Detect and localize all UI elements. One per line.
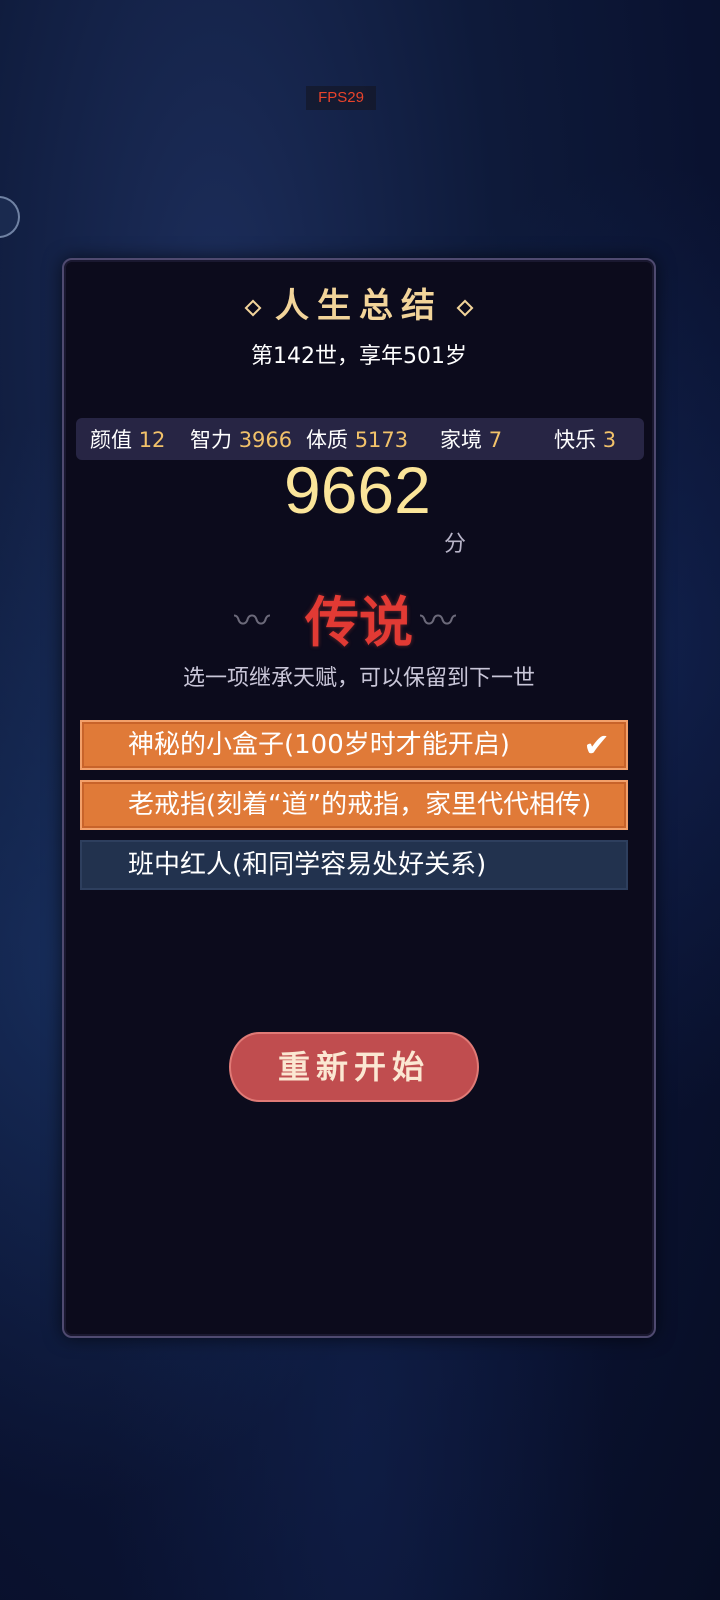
talent-option-1[interactable]: 神秘的小盒子(100岁时才能开启) ✔ xyxy=(80,720,628,770)
restart-button[interactable]: 重新开始 xyxy=(229,1032,479,1102)
rank-title: 传说 xyxy=(305,590,413,654)
stat-happiness: 快乐 3 xyxy=(554,428,617,452)
diamond-ornament-icon xyxy=(456,299,474,317)
talent-option-label: 班中红人(和同学容易处好关系) xyxy=(128,850,487,880)
diamond-ornament-icon xyxy=(244,299,262,317)
cloud-ornament-right-icon: 〰 xyxy=(420,601,457,642)
talent-option-3[interactable]: 班中红人(和同学容易处好关系) xyxy=(80,840,628,890)
talent-option-label: 神秘的小盒子(100岁时才能开启) xyxy=(128,730,510,760)
stat-appearance: 颜值 12 xyxy=(90,428,166,452)
checkmark-icon: ✔ xyxy=(583,726,610,764)
fps-counter: FPS29 xyxy=(306,86,376,110)
life-summary-subtitle: 第142世，享年501岁 xyxy=(251,344,467,369)
stat-constitution: 体质 5173 xyxy=(306,428,409,452)
rank-row: 〰 传说 〰 xyxy=(64,578,654,654)
total-score: 9662 xyxy=(284,453,431,527)
stat-family: 家境 7 xyxy=(440,428,503,452)
talent-option-2[interactable]: 老戒指(刻着“道”的戒指，家里代代相传) xyxy=(80,780,628,830)
summary-panel: 人生总结 第142世，享年501岁 颜值 12 智力 3966 体质 5173 … xyxy=(62,258,656,1338)
panel-title: 人生总结 xyxy=(275,286,443,326)
panel-title-row: 人生总结 xyxy=(64,278,654,327)
talent-option-label: 老戒指(刻着“道”的戒指，家里代代相传) xyxy=(128,790,592,820)
stat-intelligence: 智力 3966 xyxy=(190,428,293,452)
score-unit: 分 xyxy=(444,532,467,557)
inherit-hint: 选一项继承天赋，可以保留到下一世 xyxy=(182,666,535,691)
